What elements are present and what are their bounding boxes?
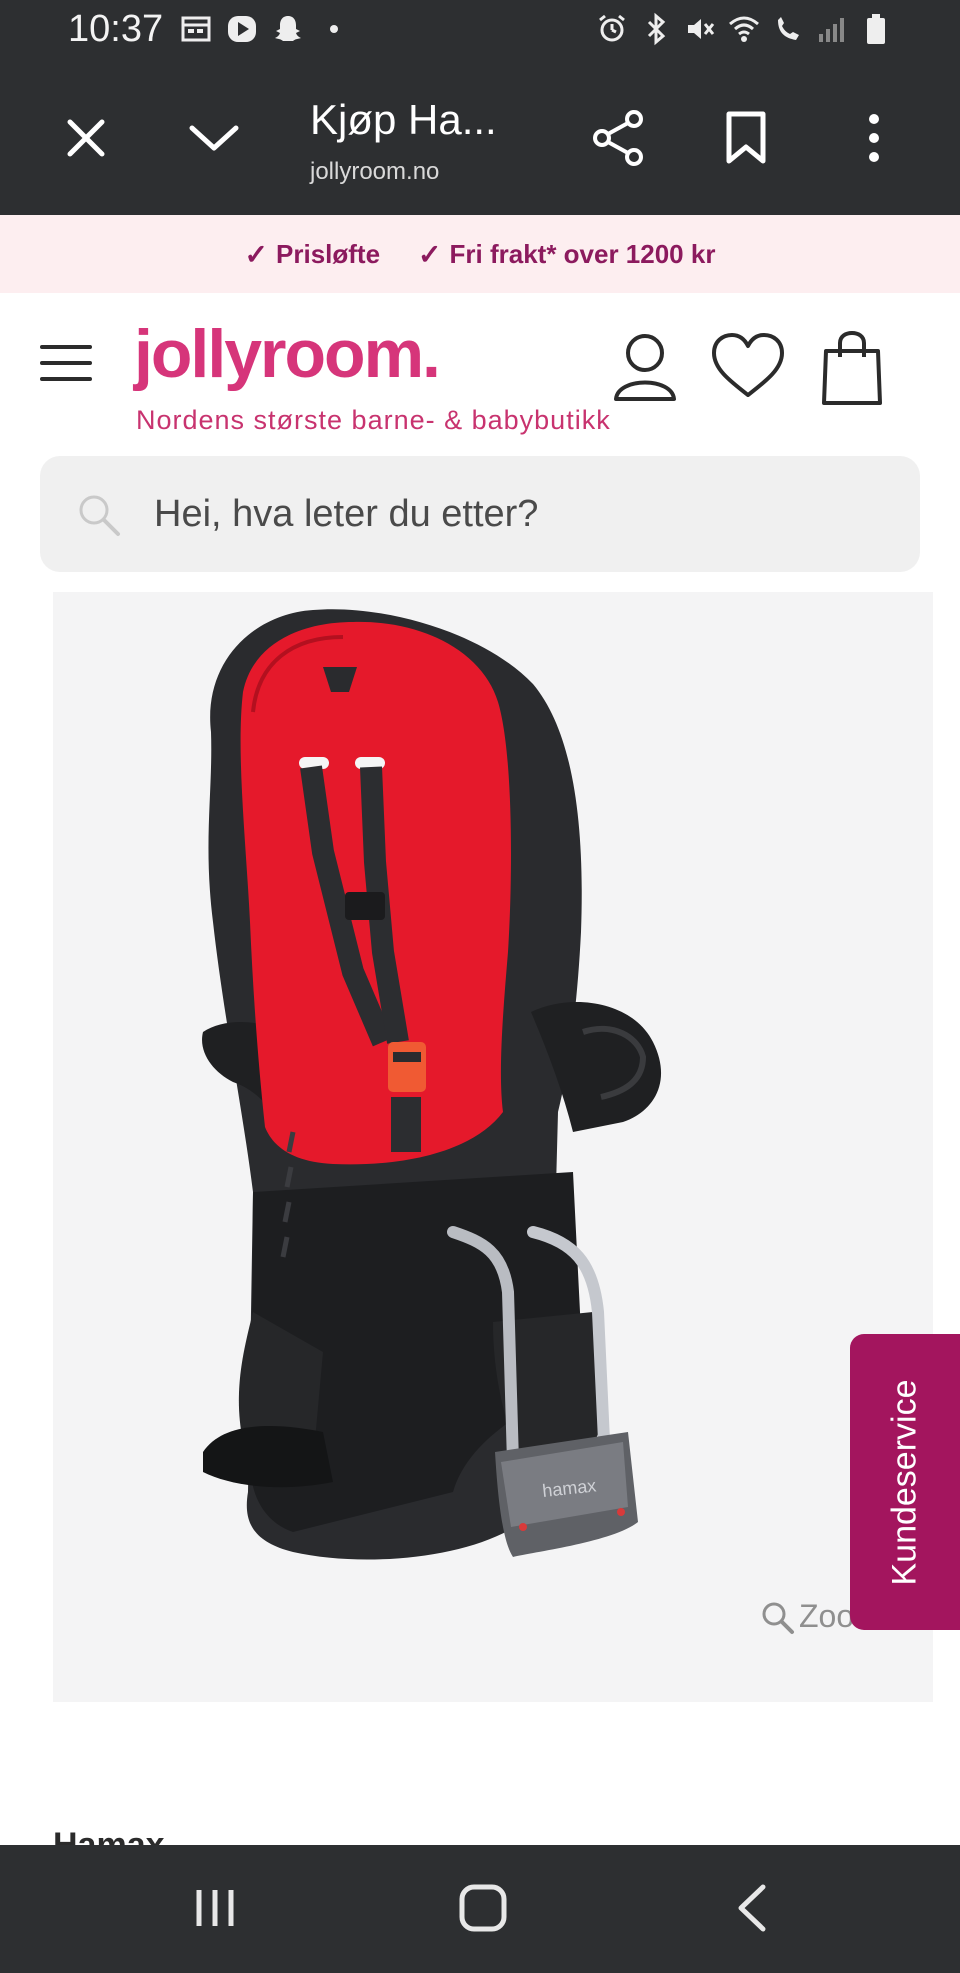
close-icon xyxy=(67,119,105,157)
hamburger-line xyxy=(40,361,92,365)
check-icon: ✓ xyxy=(418,238,442,270)
calendar-icon xyxy=(181,16,211,42)
signal-icon xyxy=(819,18,844,42)
page-title: Kjøp Ha... xyxy=(310,96,497,143)
share-icon xyxy=(593,110,643,166)
page-url: jollyroom.no xyxy=(310,158,440,185)
mute-icon xyxy=(688,19,715,39)
product-image[interactable]: hamax Zoom xyxy=(53,592,933,1702)
minimize-button[interactable] xyxy=(174,98,254,178)
wifi-icon xyxy=(729,16,759,42)
promo-free-shipping[interactable]: ✓ Fri frakt* over 1200 kr xyxy=(418,238,715,271)
snapchat-icon xyxy=(275,16,301,41)
hamburger-line xyxy=(40,345,92,349)
site-tagline: Nordens største barne- & babybutikk xyxy=(136,405,611,435)
home-button[interactable] xyxy=(443,1875,523,1941)
site-logo[interactable]: jollyroom. xyxy=(134,315,441,393)
close-tab-button[interactable] xyxy=(46,98,126,178)
search-input[interactable] xyxy=(154,456,874,572)
dot-icon xyxy=(330,25,338,33)
share-button[interactable] xyxy=(578,98,658,178)
site-header: jollyroom. Nordens største barne- & baby… xyxy=(0,293,960,443)
back-icon xyxy=(738,1884,766,1932)
heart-icon xyxy=(712,333,784,397)
more-vertical-icon xyxy=(869,114,879,162)
system-nav-bar xyxy=(0,1845,960,1973)
screen: 10:37 Kjøp Ha... jollyroom.no ✓ Prisløft… xyxy=(0,0,960,1973)
bluetooth-icon xyxy=(647,12,666,46)
status-right-icons xyxy=(596,12,892,46)
promo-label: Prisløfte xyxy=(276,238,381,269)
user-icon xyxy=(614,334,676,401)
promo-price-promise[interactable]: ✓ Prisløfte xyxy=(245,238,381,271)
recent-apps-icon xyxy=(196,1890,234,1926)
battery-icon xyxy=(867,14,885,44)
chevron-down-icon xyxy=(189,125,239,151)
customer-service-label: Kundeservice xyxy=(885,1378,924,1586)
bike-seat-image: hamax xyxy=(202,609,662,1560)
recent-apps-button[interactable] xyxy=(175,1875,255,1941)
menu-button[interactable] xyxy=(40,345,96,385)
browser-toolbar: Kjøp Ha... jollyroom.no xyxy=(0,62,960,215)
bookmark-icon xyxy=(726,111,766,164)
promo-label: Fri frakt* over 1200 kr xyxy=(449,238,716,269)
status-left-icons xyxy=(180,12,350,46)
play-icon xyxy=(228,16,256,42)
search-icon xyxy=(79,495,120,536)
more-options-button[interactable] xyxy=(834,98,914,178)
account-button[interactable] xyxy=(610,331,680,403)
status-time: 10:37 xyxy=(68,8,164,50)
hamburger-line xyxy=(40,377,92,381)
cart-button[interactable] xyxy=(820,330,884,405)
back-button[interactable] xyxy=(712,1875,792,1941)
promo-bar: ✓ Prisløfte ✓ Fri frakt* over 1200 kr xyxy=(0,215,960,293)
wifi-calling-icon xyxy=(778,17,799,40)
bookmark-button[interactable] xyxy=(706,98,786,178)
check-icon: ✓ xyxy=(244,238,269,270)
shopping-bag-icon xyxy=(822,330,882,405)
wishlist-button[interactable] xyxy=(710,331,786,403)
alarm-icon xyxy=(599,14,625,42)
zoom-magnifier-icon xyxy=(762,1602,794,1634)
customer-service-tab[interactable]: Kundeservice xyxy=(850,1334,960,1630)
search-bar[interactable] xyxy=(40,456,920,572)
home-icon xyxy=(459,1884,507,1932)
status-bar: 10:37 xyxy=(0,0,960,62)
